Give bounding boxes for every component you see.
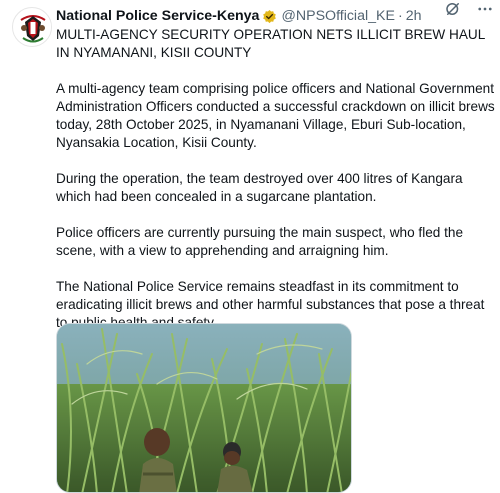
post-header: National Police Service-Kenya @NPSOffici…: [56, 6, 492, 26]
post: National Police Service-Kenya @NPSOffici…: [0, 0, 500, 493]
post-body: MULTI-AGENCY SECURITY OPERATION NETS ILL…: [56, 26, 496, 350]
separator-dot: ·: [397, 8, 403, 24]
post-paragraph: A multi-agency team comprising police of…: [56, 81, 495, 150]
post-headline: MULTI-AGENCY SECURITY OPERATION NETS ILL…: [56, 27, 485, 60]
officers-in-sugarcane-plantation-photo: [57, 324, 351, 492]
post-media[interactable]: [56, 323, 352, 493]
author-name[interactable]: National Police Service-Kenya: [56, 6, 259, 26]
post-actions: [444, 0, 494, 18]
post-paragraph: During the operation, the team destroyed…: [56, 171, 463, 204]
verified-badge-icon: [263, 9, 277, 23]
post-time[interactable]: 2h: [406, 6, 422, 26]
grok-icon[interactable]: [444, 0, 462, 18]
avatar[interactable]: [12, 7, 52, 47]
more-icon[interactable]: [476, 0, 494, 18]
author-handle[interactable]: @NPSOfficial_KE: [281, 6, 395, 26]
police-crest-icon: [14, 9, 51, 46]
post-paragraph: Police officers are currently pursuing t…: [56, 225, 464, 258]
